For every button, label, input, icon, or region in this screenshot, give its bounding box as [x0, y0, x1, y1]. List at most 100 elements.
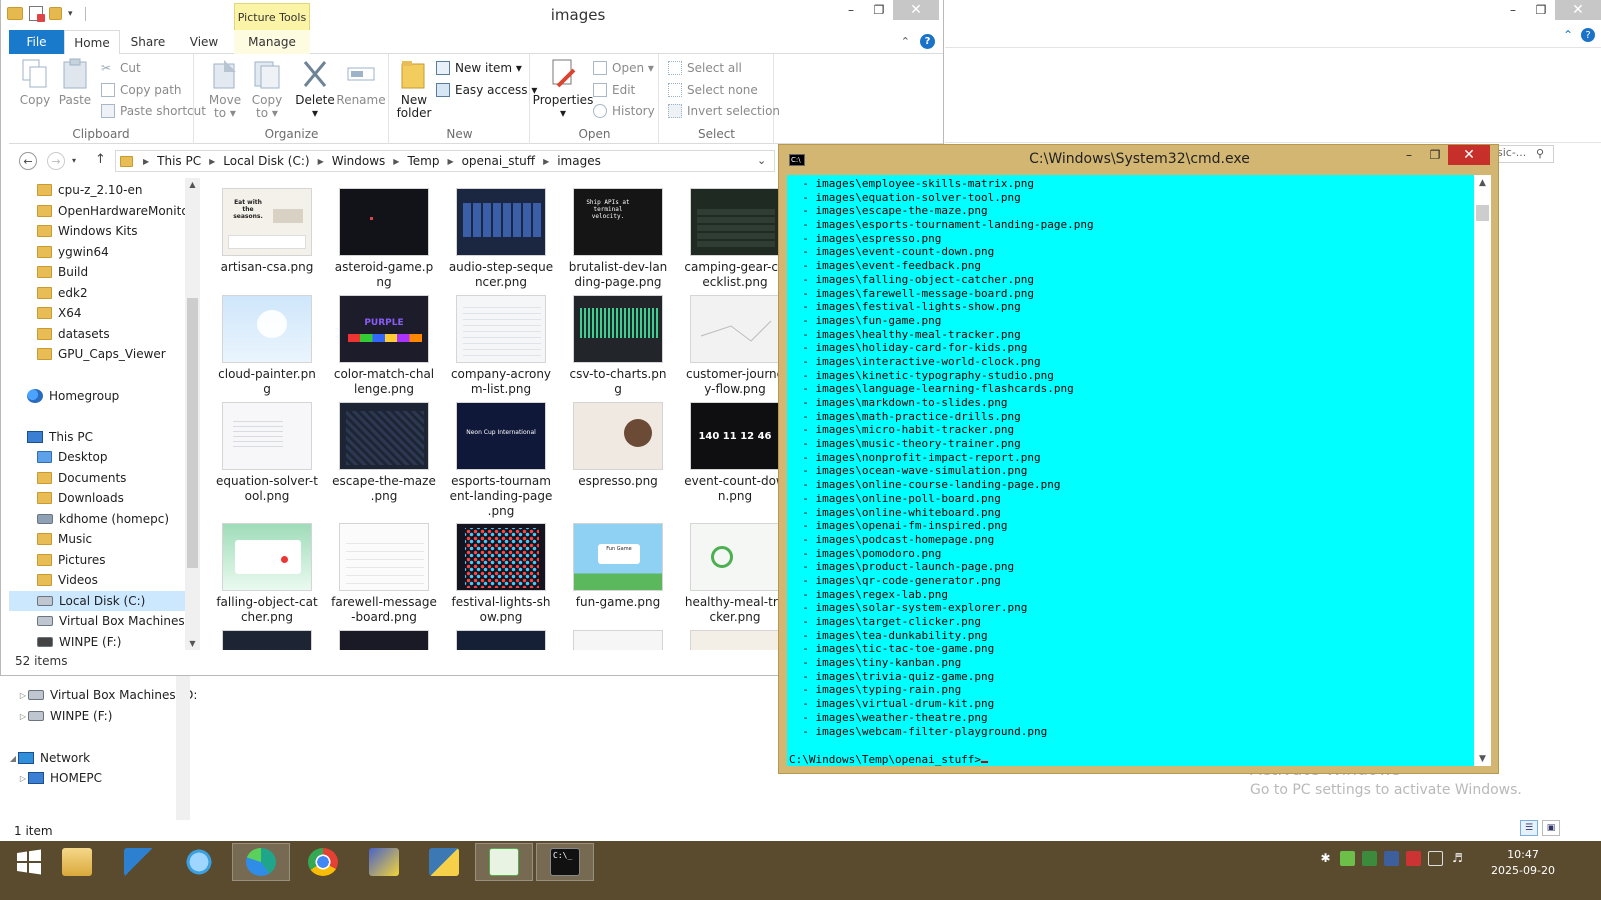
address-bar[interactable]: ▶ This PC ▶ Local Disk (C:) ▶ Windows ▶ … — [115, 150, 775, 172]
expand-arrow-icon[interactable]: ▷ — [18, 774, 28, 783]
tab-home[interactable]: Home — [64, 30, 120, 55]
taskbar-shark-app[interactable] — [110, 843, 168, 881]
taskbar-cmd[interactable]: C:\_ — [536, 843, 594, 881]
breadcrumb-openai-stuff[interactable]: openai_stuff — [462, 154, 535, 168]
tab-manage[interactable]: Manage — [234, 30, 310, 54]
close-icon[interactable]: ✕ — [893, 0, 939, 20]
scrollbar-thumb[interactable] — [1476, 205, 1489, 221]
select-none-button[interactable]: Select none — [668, 80, 758, 100]
recent-locations-icon[interactable]: ▾ — [72, 156, 76, 165]
cmd-scrollbar[interactable]: ▲ ▼ — [1474, 175, 1491, 766]
file-item[interactable] — [445, 630, 557, 650]
nav-item-this-pc[interactable]: This PC — [27, 427, 200, 447]
breadcrumb-chevron-icon[interactable]: ▶ — [393, 157, 399, 166]
move-to-button[interactable]: Move to ▾ — [207, 58, 243, 120]
copy-button[interactable]: Copy — [17, 58, 53, 107]
file-item[interactable]: escape-the-maze .png — [328, 402, 440, 504]
scroll-down-icon[interactable]: ▼ — [1474, 754, 1491, 764]
file-item[interactable]: audio-step-seque ncer.png — [445, 188, 557, 290]
file-item[interactable]: espresso.png — [562, 402, 674, 489]
search-icon[interactable]: ⚲ — [1536, 147, 1544, 160]
taskbar-file-explorer[interactable] — [48, 843, 106, 881]
tree-item-virtualbox[interactable]: ▷ Virtual Box Machines (D: — [18, 685, 198, 705]
file-item[interactable]: healthy-meal-tra cker.png — [679, 523, 781, 625]
breadcrumb-chevron-icon[interactable]: ▶ — [318, 157, 324, 166]
file-item[interactable]: cloud-painter.pn g — [211, 295, 323, 397]
invert-selection-button[interactable]: Invert selection — [668, 101, 780, 121]
background-nav-scrollbar[interactable] — [176, 675, 190, 820]
nav-item-desktop[interactable]: Desktop — [37, 447, 200, 467]
open-button[interactable]: Open ▾ — [593, 58, 654, 78]
forward-arrow-icon[interactable]: → — [47, 152, 65, 170]
breadcrumb-images[interactable]: images — [557, 154, 601, 168]
navigation-scrollbar[interactable]: ▲ ▼ — [185, 178, 200, 650]
scroll-down-icon[interactable]: ▼ — [185, 639, 200, 648]
file-item[interactable] — [211, 630, 323, 650]
nav-item-kdhome[interactable]: kdhome (homepc) — [37, 509, 200, 529]
file-item[interactable]: festival-lights-sh ow.png — [445, 523, 557, 625]
breadcrumb-local-disk[interactable]: Local Disk (C:) — [223, 154, 309, 168]
nav-item-edk2[interactable]: edk2 — [37, 283, 200, 303]
breadcrumb-this-pc[interactable]: This PC — [157, 154, 201, 168]
minimize-icon[interactable]: – — [1396, 145, 1422, 165]
ribbon-collapse-icon[interactable]: ⌃ — [901, 35, 910, 48]
tree-item-winpe[interactable]: ▷ WINPE (F:) — [18, 706, 112, 726]
copy-path-button[interactable]: Copy path — [101, 80, 182, 100]
file-item[interactable] — [562, 630, 674, 650]
maximize-icon[interactable]: ❐ — [865, 0, 893, 20]
help-icon[interactable]: ? — [920, 34, 935, 49]
new-folder-button[interactable]: New folder — [396, 58, 432, 120]
minimize-icon[interactable]: – — [837, 0, 865, 20]
minimize-icon[interactable]: – — [1499, 0, 1527, 20]
properties-icon[interactable] — [29, 6, 45, 22]
breadcrumb-windows[interactable]: Windows — [332, 154, 386, 168]
delete-button[interactable]: Delete ▾ — [295, 58, 335, 120]
rename-button[interactable]: Rename — [336, 58, 386, 107]
file-item[interactable]: customer-journe y-flow.png — [679, 295, 781, 397]
nav-item-virtualbox[interactable]: Virtual Box Machines (D: — [37, 611, 200, 631]
action-center-icon[interactable] — [1406, 851, 1421, 866]
cmd-console[interactable]: - images\employee-skills-matrix.png - im… — [787, 175, 1474, 766]
close-icon[interactable]: ✕ — [1555, 0, 1601, 20]
nav-item-documents[interactable]: Documents — [37, 468, 200, 488]
file-item[interactable]: falling-object-cat cher.png — [211, 523, 323, 625]
file-item[interactable]: Eat with the seasons. artisan-csa.png — [211, 188, 323, 275]
tree-item-network[interactable]: ◢ Network — [8, 748, 90, 768]
file-item[interactable]: company-acrony m-list.png — [445, 295, 557, 397]
expand-arrow-icon[interactable]: ▷ — [18, 691, 28, 700]
taskbar-chart-app[interactable] — [475, 843, 533, 881]
breadcrumb-temp[interactable]: Temp — [407, 154, 439, 168]
paste-button[interactable]: Paste — [57, 58, 93, 107]
file-item[interactable]: equation-solver-t ool.png — [211, 402, 323, 504]
file-item[interactable]: csv-to-charts.pn g — [562, 295, 674, 397]
tab-view[interactable]: View — [179, 30, 229, 54]
file-item[interactable]: camping-gear-ch ecklist.png — [679, 188, 781, 290]
history-button[interactable]: History — [593, 101, 655, 121]
nav-item-local-disk[interactable]: Local Disk (C:) — [9, 591, 185, 611]
tree-item-homepc[interactable]: ▷ HOMEPC — [18, 768, 102, 788]
scrollbar-thumb[interactable] — [187, 298, 198, 568]
up-arrow-icon[interactable]: ↑ — [95, 152, 106, 167]
nav-item-cpu-z[interactable]: cpu-z_2.10-en — [37, 180, 200, 200]
taskbar-python[interactable] — [415, 843, 473, 881]
file-item[interactable]: farewell-message -board.png — [328, 523, 440, 625]
bluetooth-icon[interactable]: ✱ — [1318, 851, 1333, 866]
maximize-icon[interactable]: ❐ — [1422, 145, 1448, 165]
nav-item-music[interactable]: Music — [37, 529, 200, 549]
paste-shortcut-button[interactable]: Paste shortcut — [101, 101, 206, 121]
file-item[interactable]: PURPLE color-match-chal lenge.png — [328, 295, 440, 397]
breadcrumb-chevron-icon[interactable]: ▶ — [543, 157, 549, 166]
nav-item-winpe[interactable]: WINPE (F:) — [37, 632, 200, 650]
file-item[interactable]: asteroid-game.p ng — [328, 188, 440, 290]
tab-share[interactable]: Share — [123, 30, 173, 54]
back-arrow-icon[interactable]: ← — [19, 152, 37, 170]
monitor-icon[interactable] — [1362, 851, 1377, 866]
security-icon[interactable] — [1340, 851, 1355, 866]
file-item[interactable] — [679, 630, 781, 650]
nav-item-videos[interactable]: Videos — [37, 570, 200, 590]
copy-to-button[interactable]: Copy to ▾ — [249, 58, 285, 120]
nav-item-downloads[interactable]: Downloads — [37, 488, 200, 508]
maximize-icon[interactable]: ❐ — [1527, 0, 1555, 20]
breadcrumb-chevron-icon[interactable]: ▶ — [143, 157, 149, 166]
scroll-up-icon[interactable]: ▲ — [185, 180, 200, 189]
